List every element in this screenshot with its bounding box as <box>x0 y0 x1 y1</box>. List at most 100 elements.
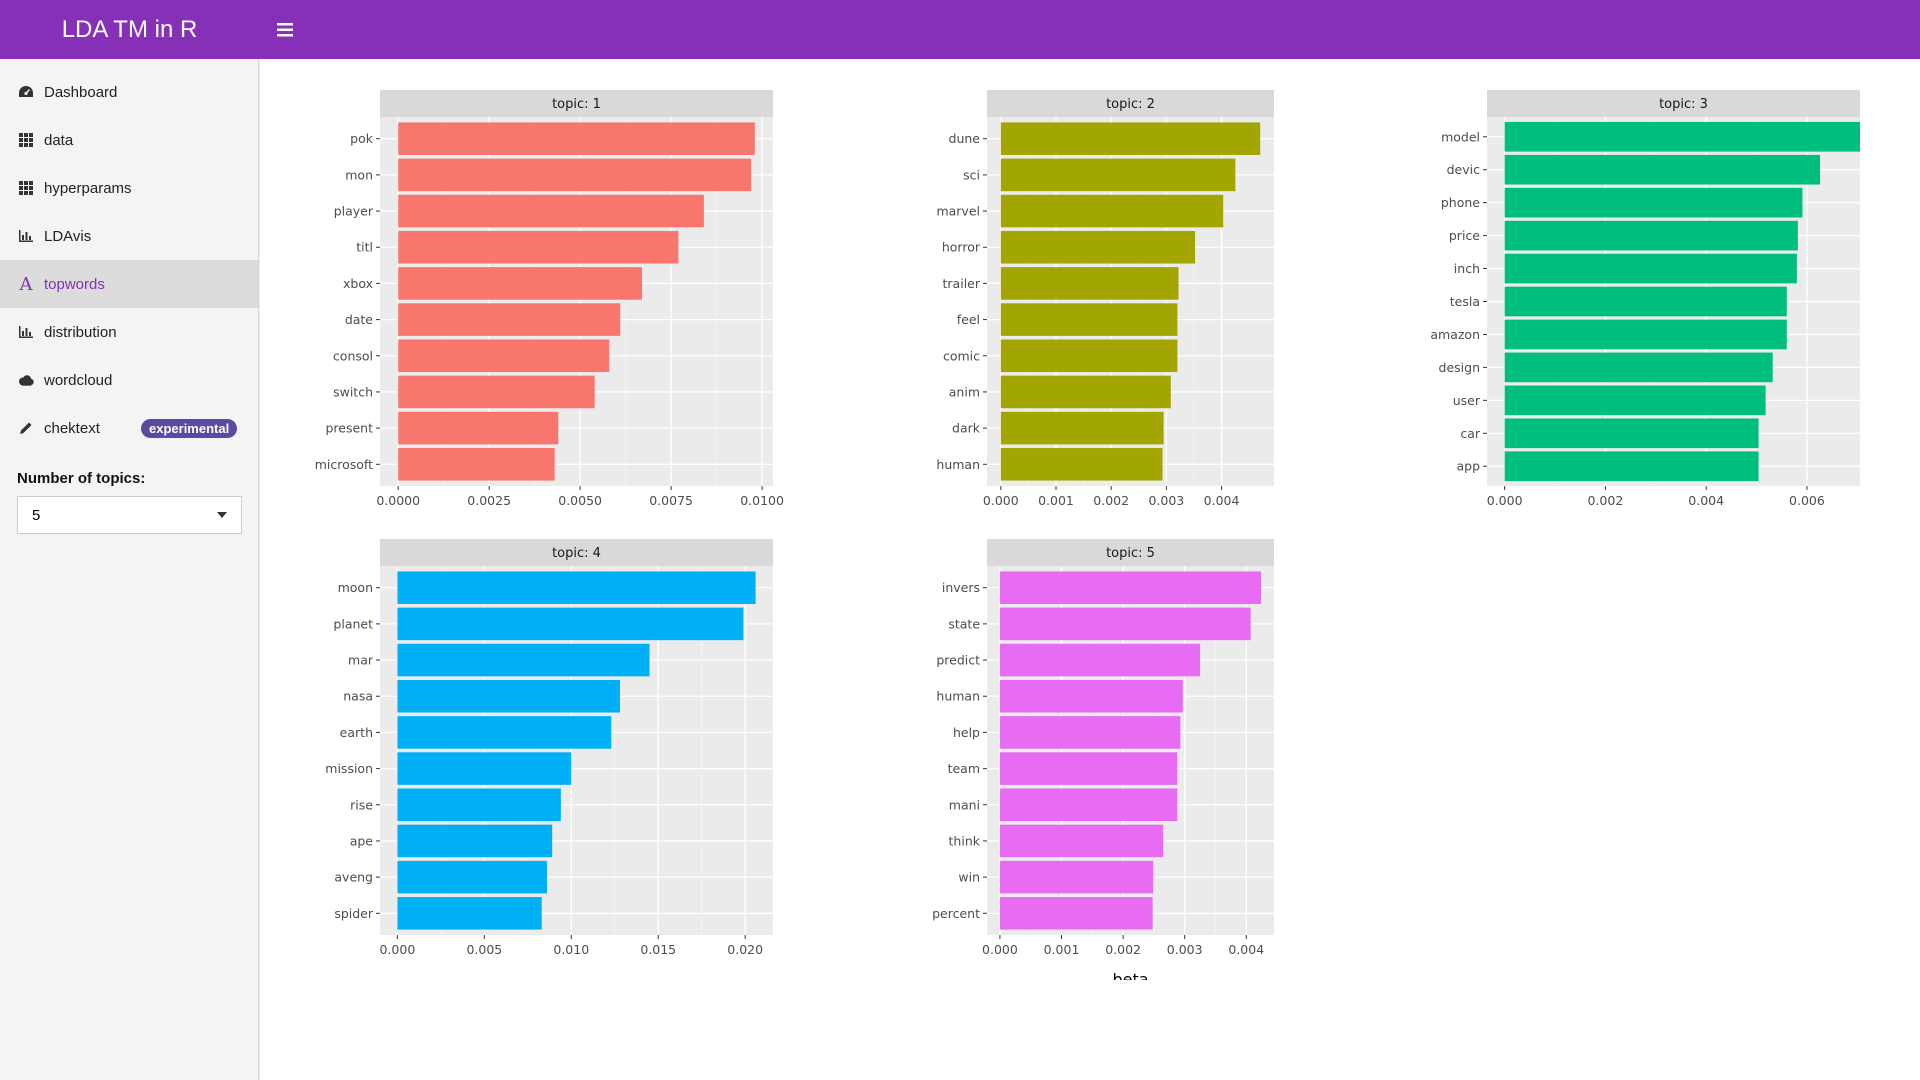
bar <box>397 788 561 822</box>
y-tick-label: mar <box>348 653 374 668</box>
x-tick-label: 0.003 <box>1167 942 1203 957</box>
y-tick-label: human <box>936 689 980 704</box>
bar <box>1504 187 1803 218</box>
bar <box>1504 385 1766 416</box>
sidebar-item-wordcloud[interactable]: wordcloud <box>0 356 258 404</box>
bar <box>398 267 642 300</box>
x-tick-label: 0.000 <box>982 942 1018 957</box>
bar <box>397 860 547 894</box>
x-tick-label: 0.001 <box>1044 942 1080 957</box>
x-tick-label: 0.010 <box>553 942 589 957</box>
y-tick-label: model <box>1441 129 1480 144</box>
x-tick-label: 0.0025 <box>467 493 511 508</box>
y-tick-label: amazon <box>1430 327 1480 342</box>
bar <box>999 788 1178 822</box>
facet-strip-label: topic: 5 <box>1106 546 1155 561</box>
y-tick-label: tesla <box>1450 294 1480 309</box>
y-tick-label: win <box>958 870 980 885</box>
y-tick-label: switch <box>333 384 373 399</box>
sidebar-item-label: wordcloud <box>44 371 113 389</box>
bar <box>397 752 572 785</box>
bar <box>1000 448 1163 481</box>
bar <box>1000 375 1171 409</box>
sidebar-item-label: topwords <box>44 275 105 293</box>
sidebar-item-dashboard[interactable]: Dashboard <box>0 68 258 116</box>
y-tick-label: invers <box>942 580 980 595</box>
bar <box>1000 339 1178 373</box>
x-tick-label: 0.004 <box>1228 942 1264 957</box>
sidebar-item-ldavis[interactable]: LDAvis <box>0 212 258 260</box>
topwords-plot: topic: 1 0.0000 0.0025 0.0050 0.0075 0.0100 po… <box>260 90 1860 1009</box>
bar <box>999 897 1153 930</box>
sidebar-item-topwords[interactable]: A topwords <box>0 260 258 308</box>
y-tick-label: app <box>1456 459 1480 474</box>
topics-select[interactable]: 5 <box>17 496 242 534</box>
bar <box>398 339 610 373</box>
bar <box>397 607 744 641</box>
bar <box>397 824 553 858</box>
y-tick-label: rise <box>350 797 373 812</box>
y-tick-label: car <box>1460 426 1481 441</box>
pencil-icon <box>17 419 35 437</box>
bar <box>398 448 555 481</box>
x-tick-label: 0.002 <box>1093 493 1129 508</box>
y-tick-label: design <box>1439 360 1480 375</box>
bar <box>1000 230 1196 264</box>
bar <box>1504 418 1759 449</box>
bar <box>1000 194 1224 228</box>
bar <box>1000 122 1261 155</box>
y-tick-label: anim <box>949 384 980 399</box>
bar <box>1504 286 1787 317</box>
experimental-badge: experimental <box>141 419 238 438</box>
sidebar-item-hyperparams[interactable]: hyperparams <box>0 164 258 212</box>
y-tick-label: titl <box>356 240 373 255</box>
y-tick-label: sci <box>963 167 980 182</box>
bar <box>398 230 679 264</box>
bar <box>1504 121 1860 152</box>
y-tick-label: nasa <box>343 689 373 704</box>
y-tick-label: dark <box>952 421 981 436</box>
bar <box>999 607 1251 641</box>
bar <box>1000 158 1236 192</box>
x-tick-label: 0.0050 <box>558 493 602 508</box>
x-tick-label: 0.002 <box>1105 942 1141 957</box>
y-tick-label: feel <box>957 312 980 327</box>
plot-bottom-edge <box>260 980 1860 1009</box>
grid-icon <box>17 131 35 149</box>
facet-strip-label: topic: 3 <box>1659 97 1708 112</box>
facet-strip-label: topic: 2 <box>1106 97 1155 112</box>
sidebar-item-label: hyperparams <box>44 179 132 197</box>
x-tick-label: 0.0075 <box>649 493 693 508</box>
sidebar-item-distribution[interactable]: distribution <box>0 308 258 356</box>
y-tick-label: consol <box>333 348 373 363</box>
y-tick-label: devic <box>1447 162 1480 177</box>
x-tick-label: 0.004 <box>1204 493 1240 508</box>
bar <box>397 571 756 604</box>
bar <box>398 194 704 228</box>
bar <box>999 679 1183 713</box>
app-title[interactable]: LDA TM in R <box>0 0 259 59</box>
x-tick-label: 0.015 <box>640 942 676 957</box>
x-tick-label: 0.000 <box>379 942 415 957</box>
sidebar-item-chektext[interactable]: chektext experimental <box>0 404 258 452</box>
y-tick-label: mission <box>325 761 373 776</box>
sidebar-item-data[interactable]: data <box>0 116 258 164</box>
y-tick-label: predict <box>936 653 980 668</box>
bar <box>1000 267 1179 300</box>
facet-strip-label: topic: 4 <box>552 546 601 561</box>
hamburger-icon[interactable] <box>259 0 311 59</box>
x-tick-label: 0.0100 <box>740 493 784 508</box>
facet-panel: topic: 4 0.000 0.005 0.010 0.015 0.020 moon pla… <box>325 539 773 957</box>
bar <box>1504 154 1821 185</box>
bar <box>398 158 752 192</box>
y-tick-label: phone <box>1441 195 1480 210</box>
font-icon: A <box>19 273 33 295</box>
bar <box>999 716 1181 749</box>
bar <box>1000 411 1164 445</box>
y-tick-label: mon <box>345 167 373 182</box>
bar <box>1504 220 1798 251</box>
bar <box>398 303 621 336</box>
y-tick-label: think <box>949 833 981 848</box>
cloud-icon <box>17 371 35 389</box>
bar <box>397 897 542 930</box>
